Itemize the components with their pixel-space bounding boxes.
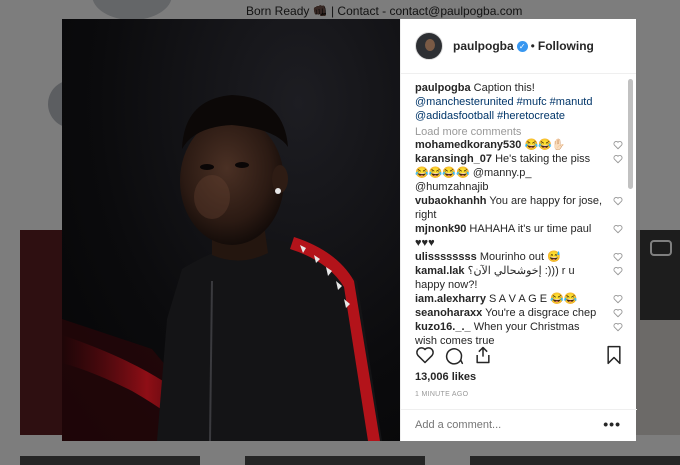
comment-icon[interactable] bbox=[444, 345, 464, 365]
comment-item: ulissssssss Mourinho out 😅 bbox=[415, 250, 625, 264]
caption-tags[interactable]: @manchesterunited #mufc #manutd @adidasf… bbox=[415, 96, 592, 122]
caption: paulpogba Caption this! @manchesterunite… bbox=[415, 81, 625, 123]
add-comment-input[interactable] bbox=[415, 419, 585, 431]
following-button[interactable]: Following bbox=[538, 39, 594, 53]
post-modal: paulpogba ✓ • Following paulpogba Captio… bbox=[62, 19, 637, 441]
comment-text: S A V A G E 😂😂 bbox=[489, 293, 578, 305]
heart-icon[interactable] bbox=[415, 345, 435, 365]
comment-username[interactable]: kuzo16._._ bbox=[415, 321, 471, 333]
verified-badge-icon: ✓ bbox=[516, 40, 528, 52]
comment-like-heart-icon[interactable] bbox=[613, 322, 623, 332]
comment-username[interactable]: mjnonk90 bbox=[415, 223, 466, 235]
comment-username[interactable]: mohamedkorany530 bbox=[415, 139, 521, 151]
comments-list[interactable]: paulpogba Caption this! @manchesterunite… bbox=[415, 81, 625, 359]
more-options-button[interactable]: ••• bbox=[603, 416, 621, 432]
comment-text: You're a disgrace chep bbox=[485, 307, 597, 319]
comment-like-heart-icon[interactable] bbox=[613, 252, 623, 262]
comment-like-heart-icon[interactable] bbox=[613, 140, 623, 150]
comment-username[interactable]: kamal.lak bbox=[415, 265, 465, 277]
comment-username[interactable]: karansingh_07 bbox=[415, 153, 492, 165]
post-photo[interactable] bbox=[62, 19, 400, 441]
comment-item: iam.alexharry S A V A G E 😂😂 bbox=[415, 292, 625, 306]
caption-username[interactable]: paulpogba bbox=[415, 82, 471, 94]
comment-item: mjnonk90 HAHAHA it's ur time paul ♥♥♥ bbox=[415, 222, 625, 250]
comment-username[interactable]: ulissssssss bbox=[415, 251, 477, 263]
comment-like-heart-icon[interactable] bbox=[613, 154, 623, 164]
comment-item: mohamedkorany530 😂😂✋🏻 bbox=[415, 138, 625, 152]
comment-like-heart-icon[interactable] bbox=[613, 196, 623, 206]
likes-count[interactable]: 13,006 likes bbox=[415, 371, 476, 383]
add-comment-row: ••• bbox=[401, 409, 637, 441]
bookmark-icon[interactable] bbox=[605, 345, 623, 365]
comment-item: kamal.lak إخوشحالي الآن؟ :))) r u happy … bbox=[415, 264, 625, 292]
follow-separator: • bbox=[530, 39, 535, 53]
comment-like-heart-icon[interactable] bbox=[613, 224, 623, 234]
comment-like-heart-icon[interactable] bbox=[613, 294, 623, 304]
comment-like-heart-icon[interactable] bbox=[613, 266, 623, 276]
scrollbar-thumb[interactable] bbox=[628, 79, 633, 189]
comment-username[interactable]: vubaokhanhh bbox=[415, 195, 487, 207]
post-photo-illustration bbox=[62, 95, 382, 441]
comments-scrollbar[interactable] bbox=[627, 79, 633, 361]
comment-like-heart-icon[interactable] bbox=[613, 308, 623, 318]
caption-text: Caption this! bbox=[473, 82, 535, 94]
comment-item: seanoharaxx You're a disgrace chep bbox=[415, 306, 625, 320]
author-username[interactable]: paulpogba bbox=[453, 39, 514, 53]
comment-text: Mourinho out 😅 bbox=[479, 251, 561, 263]
post-timestamp[interactable]: 1 MINUTE AGO bbox=[415, 391, 468, 398]
comment-username[interactable]: iam.alexharry bbox=[415, 293, 486, 305]
comment-item: vubaokhanhh You are happy for jose, righ… bbox=[415, 194, 625, 222]
share-icon[interactable] bbox=[473, 345, 493, 365]
post-side-panel: paulpogba ✓ • Following paulpogba Captio… bbox=[400, 19, 637, 441]
comment-username[interactable]: seanoharaxx bbox=[415, 307, 482, 319]
post-actions bbox=[415, 345, 625, 369]
load-more-comments-button[interactable]: Load more comments bbox=[415, 126, 625, 138]
comment-item: karansingh_07 He's taking the piss 😂😂😂😂 … bbox=[415, 152, 625, 194]
post-header: paulpogba ✓ • Following bbox=[401, 19, 636, 74]
comment-text: 😂😂✋🏻 bbox=[524, 139, 566, 151]
comment-item: kuzo16._._ When your Christmas wish come… bbox=[415, 320, 625, 348]
author-avatar[interactable] bbox=[415, 32, 443, 60]
